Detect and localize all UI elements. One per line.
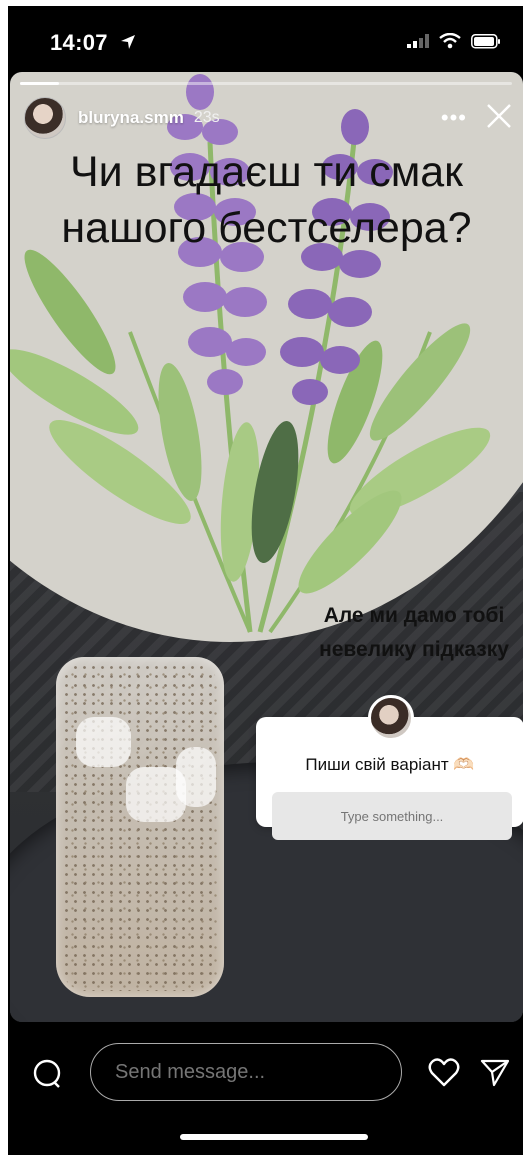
header-actions: ••• bbox=[441, 102, 513, 135]
ice-cube bbox=[76, 717, 131, 767]
wifi-icon bbox=[439, 32, 461, 54]
send-icon[interactable] bbox=[480, 1058, 510, 1093]
story-hint: Але ми дамо тобі невелику підказку bbox=[296, 599, 523, 667]
drink-glass bbox=[56, 657, 224, 997]
hint-line-1: Але ми дамо тобі bbox=[323, 604, 505, 627]
story-timestamp: 23s bbox=[193, 109, 220, 126]
headline-line-1: Чи вгадаєш ти смак bbox=[70, 148, 463, 196]
phone-screen: 14:07 bluryna.smm 23s ••• Чи вгадаєш ти … bbox=[8, 6, 523, 1155]
heart-icon[interactable] bbox=[428, 1058, 460, 1093]
status-time: 14:07 bbox=[50, 30, 108, 55]
answer-input[interactable] bbox=[272, 792, 512, 840]
headline-line-2: нашого бестселера? bbox=[61, 204, 472, 252]
hint-line-2: невелику підказку bbox=[319, 638, 509, 661]
story-header: bluryna.smm 23s ••• bbox=[24, 97, 513, 139]
ice-cube bbox=[176, 747, 216, 807]
question-avatar bbox=[368, 695, 414, 741]
battery-icon bbox=[471, 33, 501, 54]
location-arrow-icon bbox=[120, 34, 136, 55]
username[interactable]: bluryna.smm bbox=[78, 108, 184, 128]
bottom-bar bbox=[8, 1036, 523, 1106]
story-progress-bar bbox=[20, 82, 512, 85]
question-sticker: Пиши свій варіант 🫶🏻 bbox=[256, 695, 523, 840]
story-view[interactable]: bluryna.smm 23s ••• Чи вгадаєш ти смак н… bbox=[10, 72, 523, 1022]
signal-icon bbox=[407, 34, 429, 53]
send-message-input[interactable] bbox=[90, 1043, 402, 1101]
avatar[interactable] bbox=[24, 97, 66, 139]
home-indicator bbox=[180, 1134, 368, 1140]
more-icon[interactable]: ••• bbox=[441, 105, 467, 131]
status-bar: 14:07 bbox=[8, 6, 523, 72]
glass-seeds bbox=[62, 663, 218, 991]
camera-icon[interactable] bbox=[30, 1056, 64, 1090]
status-icons bbox=[407, 32, 501, 54]
story-progress-fill bbox=[20, 82, 60, 85]
close-icon[interactable] bbox=[485, 102, 513, 135]
story-headline: Чи вгадаєш ти смак нашого бестселера? bbox=[10, 144, 523, 256]
question-text: Пиши свій варіант 🫶🏻 bbox=[305, 755, 475, 774]
